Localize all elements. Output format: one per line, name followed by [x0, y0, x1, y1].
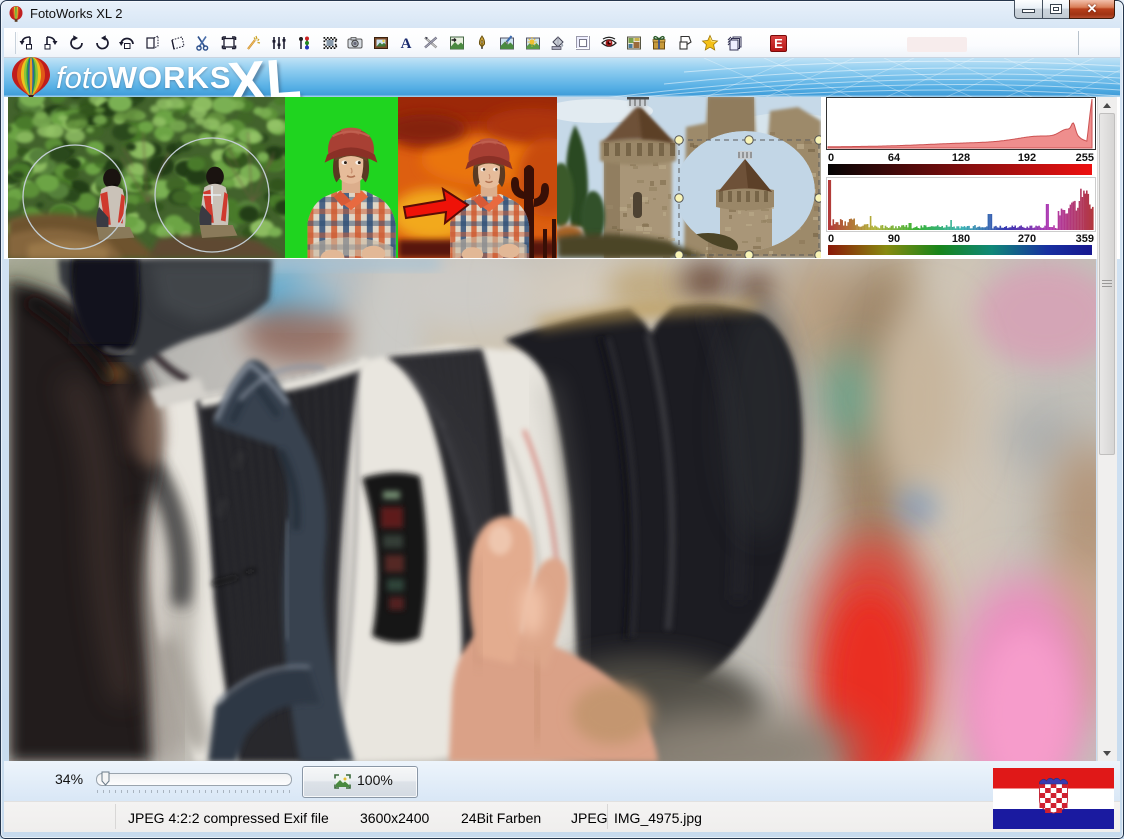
svg-text:180: 180: [952, 233, 970, 245]
svg-text:A: A: [401, 36, 412, 52]
svg-text:0: 0: [828, 233, 834, 245]
svg-text:192: 192: [1018, 152, 1036, 164]
svg-text:128: 128: [952, 152, 970, 164]
svg-text:255: 255: [1076, 152, 1094, 164]
svg-text:90: 90: [888, 233, 900, 245]
svg-text:64: 64: [888, 152, 901, 164]
svg-text:0: 0: [828, 152, 834, 164]
svg-text:359: 359: [1076, 233, 1094, 245]
svg-text:270: 270: [1018, 233, 1036, 245]
